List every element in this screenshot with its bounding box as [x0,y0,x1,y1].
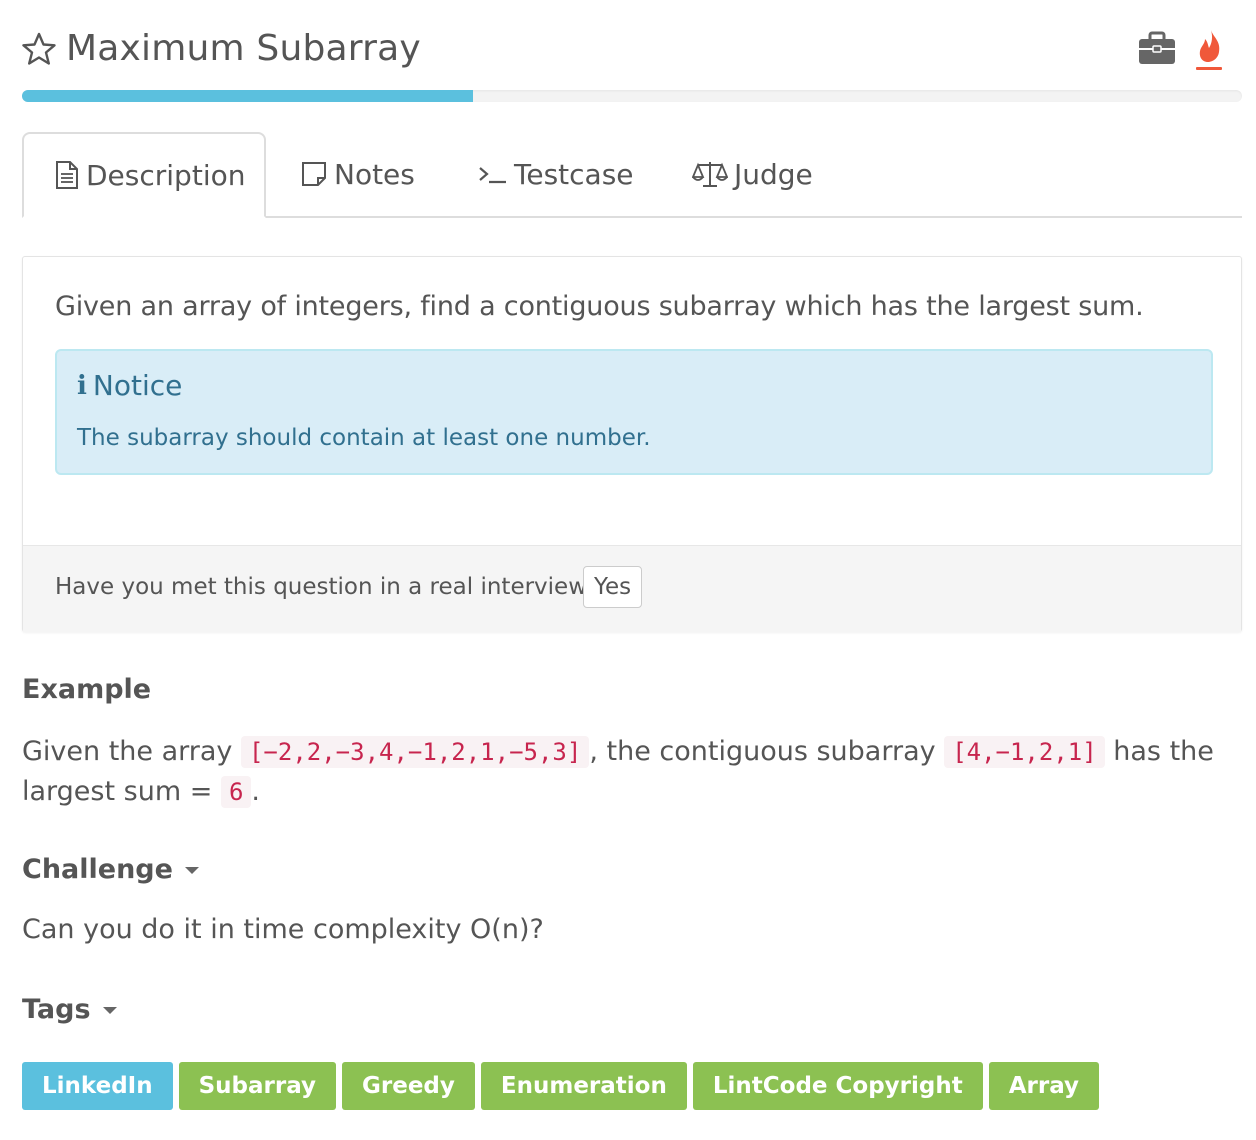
notice-text: The subarray should contain at least one… [77,425,651,451]
tags-toggle[interactable]: Tags [22,994,117,1025]
description-panel: Given an array of integers, find a conti… [22,256,1242,632]
interview-footer: Have you met this question in a real int… [23,545,1241,632]
tags-heading-label: Tags [22,994,91,1025]
yes-button[interactable]: Yes [583,566,643,608]
document-icon [54,160,80,190]
notice-title: Notice [92,369,183,402]
tab-testcase[interactable]: Testcase [478,132,634,216]
header: Maximum Subarray [22,22,1242,82]
tab-testcase-label: Testcase [514,157,634,191]
example-text-middle: , the contiguous subarray [589,736,945,767]
challenge-heading-label: Challenge [22,854,173,885]
tag-linkedin[interactable]: LinkedIn [22,1062,173,1110]
tab-description-label: Description [86,158,246,192]
info-icon: i [77,370,87,401]
terminal-icon [478,160,508,188]
challenge-toggle[interactable]: Challenge [22,854,199,885]
tab-notes[interactable]: Notes [300,132,415,216]
example-text-before: Given the array [22,736,241,767]
problem-page: Maximum Subarray Description Notes Testc… [0,0,1256,1140]
example-heading-label: Example [22,674,152,705]
notice-header: i Notice [77,369,182,402]
interview-question: Have you met this question in a real int… [55,574,600,600]
flame-icon[interactable] [1194,28,1224,72]
tag-list: LinkedIn Subarray Greedy Enumeration Lin… [22,1062,1100,1110]
tab-description[interactable]: Description [22,132,266,218]
tag-greedy[interactable]: Greedy [342,1062,475,1110]
tab-judge[interactable]: Judge [692,132,813,216]
tag-array[interactable]: Array [988,1062,1100,1110]
example-sum: 6 [220,776,252,808]
tag-lintcode-copyright[interactable]: LintCode Copyright [692,1062,983,1110]
note-icon [300,160,328,188]
tab-judge-label: Judge [734,157,813,191]
tag-enumeration[interactable]: Enumeration [480,1062,687,1110]
tab-bar: Description Notes Testcase Judge [22,132,1242,218]
star-icon[interactable] [22,32,56,66]
example-heading: Example [22,674,151,705]
notice-box: i Notice The subarray should contain at … [55,349,1213,475]
example-text: Given the array [−2,2,−3,4,−1,2,1,−5,3],… [22,732,1222,812]
progress-bar [22,90,1242,102]
page-title: Maximum Subarray [66,28,421,69]
tab-notes-label: Notes [334,157,415,191]
problem-description: Given an array of integers, find a conti… [55,291,1144,322]
challenge-text: Can you do it in time complexity O(n)? [22,914,544,945]
caret-down-icon [184,867,199,874]
example-subarray: [4,−1,2,1] [944,736,1105,768]
example-input-array: [−2,2,−3,4,−1,2,1,−5,3] [240,736,590,768]
balance-scale-icon [692,159,728,189]
caret-down-icon [102,1007,117,1014]
tag-subarray[interactable]: Subarray [178,1062,337,1110]
progress-fill [22,90,474,102]
briefcase-icon[interactable] [1138,30,1176,66]
example-text-end: . [251,776,260,807]
